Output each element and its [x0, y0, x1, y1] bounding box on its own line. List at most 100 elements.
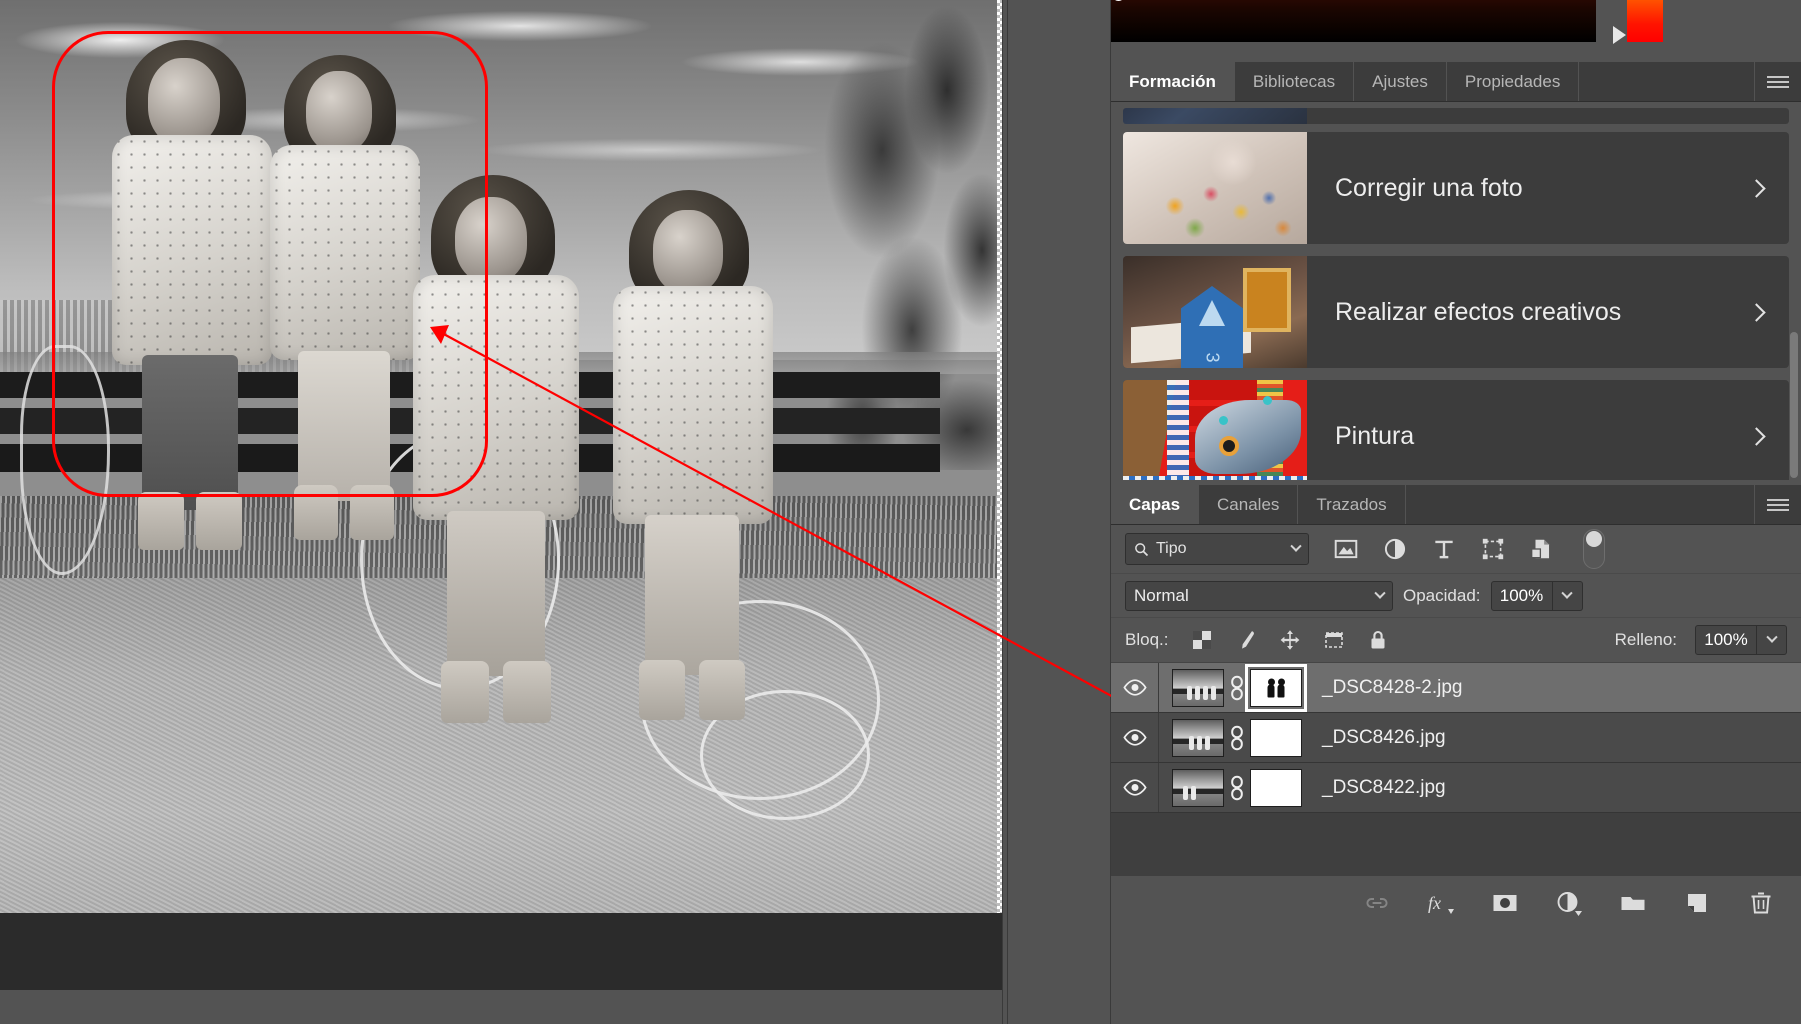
learning-card-label: Corregir una foto	[1335, 173, 1523, 202]
link-mask-icon[interactable]	[1224, 675, 1250, 701]
lock-position-icon[interactable]	[1278, 628, 1302, 652]
learning-card-label: Realizar efectos creativos	[1335, 297, 1622, 326]
new-adjustment-layer-icon[interactable]	[1555, 889, 1583, 917]
learning-panel-group: Formación Bibliotecas Ajustes Propiedade…	[1111, 62, 1801, 480]
shape-layer-icon[interactable]	[1480, 536, 1506, 562]
learning-card-label-row: Corregir una foto	[1307, 132, 1789, 244]
layer-thumbnail[interactable]	[1172, 768, 1224, 807]
child-figure-4	[595, 190, 785, 735]
canvas-region[interactable]	[0, 0, 1007, 1024]
tab-propiedades-label: Propiedades	[1464, 71, 1561, 91]
learning-card-pintura[interactable]: Pintura	[1123, 380, 1789, 480]
smart-object-icon[interactable]	[1529, 536, 1555, 562]
learning-card-label-row: Realizar efectos creativos	[1307, 256, 1789, 368]
tab-propiedades[interactable]: Propiedades	[1446, 62, 1580, 101]
type-layer-icon[interactable]	[1431, 536, 1457, 562]
color-panel[interactable]	[1111, 0, 1801, 62]
layers-blend-row: Normal Opacidad: 100%	[1111, 573, 1801, 617]
tab-ajustes[interactable]: Ajustes	[1354, 62, 1447, 101]
lock-all-icon[interactable]	[1366, 628, 1390, 652]
add-layer-mask-icon[interactable]	[1491, 889, 1519, 917]
layer-mask-thumbnail[interactable]	[1245, 663, 1307, 712]
filter-toggle-switch[interactable]	[1583, 529, 1605, 569]
lock-transparency-icon[interactable]	[1190, 628, 1214, 652]
blend-mode-select[interactable]: Normal	[1125, 580, 1393, 611]
layer-thumbnail[interactable]	[1172, 718, 1224, 757]
blue-pencil-illustration-icon	[1123, 256, 1307, 368]
opacity-label: Opacidad:	[1403, 585, 1481, 605]
right-panel-dock: Formación Bibliotecas Ajustes Propiedade…	[1111, 0, 1801, 1024]
lock-image-pixels-icon[interactable]	[1234, 628, 1258, 652]
hamburger-menu-icon	[1767, 496, 1789, 514]
learning-panel-menu-button[interactable]	[1755, 62, 1801, 101]
layer-list: _DSC8428-2.jpg _DSC8426.jpg _DSC8422.jpg	[1111, 663, 1801, 875]
fill-stepper[interactable]	[1757, 625, 1787, 655]
scrollbar-thumb[interactable]	[1790, 332, 1798, 478]
lock-icon-group	[1190, 628, 1390, 652]
tab-bibliotecas[interactable]: Bibliotecas	[1234, 62, 1355, 101]
blend-mode-value: Normal	[1134, 585, 1189, 605]
hue-slider[interactable]	[1627, 0, 1663, 42]
eye-icon	[1122, 729, 1147, 746]
link-layers-icon[interactable]	[1363, 889, 1391, 917]
new-layer-icon[interactable]	[1683, 889, 1711, 917]
learning-card-corregir-una-foto[interactable]: Corregir una foto	[1123, 132, 1789, 244]
tab-capas[interactable]: Capas	[1111, 485, 1200, 524]
layer-mask-thumbnail[interactable]	[1250, 718, 1302, 757]
learning-card-realizar-efectos-creativos[interactable]: Realizar efectos creativos	[1123, 256, 1789, 368]
opacity-control[interactable]: 100%	[1490, 580, 1583, 611]
color-field-picker[interactable]	[1111, 0, 1596, 42]
child-figure-3	[395, 175, 590, 735]
link-mask-icon[interactable]	[1224, 775, 1250, 801]
link-mask-icon[interactable]	[1224, 725, 1250, 751]
delete-layer-trash-icon[interactable]	[1747, 889, 1775, 917]
layers-filter-row: Tipo	[1111, 525, 1801, 573]
layer-filter-type-icons	[1333, 536, 1555, 562]
mask-silhouette	[1267, 678, 1285, 697]
chevron-down-icon	[1374, 587, 1386, 599]
adjustment-layer-icon[interactable]	[1382, 536, 1408, 562]
table-row[interactable]: _DSC8428-2.jpg	[1111, 663, 1801, 713]
layers-panel-menu-button[interactable]	[1755, 485, 1801, 524]
learning-card-label: Pintura	[1335, 421, 1415, 450]
tab-trazados-label: Trazados	[1316, 494, 1387, 514]
layers-lock-row: Bloq.: Relleno: 100%	[1111, 617, 1801, 663]
learning-panel-scrollbar[interactable]	[1789, 102, 1799, 480]
svg-text:fx: fx	[1428, 893, 1441, 913]
layer-name: _DSC8426.jpg	[1322, 726, 1446, 748]
tab-ajustes-label: Ajustes	[1372, 71, 1428, 91]
document-image[interactable]	[0, 0, 997, 913]
layer-filter-type-select[interactable]: Tipo	[1125, 533, 1309, 565]
new-group-folder-icon[interactable]	[1619, 889, 1647, 917]
tab-formacion[interactable]: Formación	[1111, 62, 1235, 101]
hue-slider-marker[interactable]	[1613, 26, 1626, 44]
table-row[interactable]: _DSC8422.jpg	[1111, 763, 1801, 813]
fill-control[interactable]: 100%	[1695, 625, 1787, 655]
search-icon	[1135, 542, 1149, 556]
opacity-value[interactable]: 100%	[1490, 580, 1553, 611]
learning-card-partial[interactable]	[1123, 108, 1789, 124]
lock-artboard-nesting-icon[interactable]	[1322, 628, 1346, 652]
layer-thumbnail[interactable]	[1172, 668, 1224, 707]
learning-card-partial-thumb	[1123, 108, 1307, 124]
pixel-layer-icon[interactable]	[1333, 536, 1359, 562]
layer-visibility-toggle[interactable]	[1111, 713, 1159, 762]
layer-visibility-toggle[interactable]	[1111, 663, 1159, 712]
tab-trazados[interactable]: Trazados	[1298, 485, 1406, 524]
layers-panel-group: Capas Canales Trazados Tipo Normal Opaci…	[1111, 485, 1801, 1024]
chevron-down-icon	[1290, 540, 1302, 552]
layer-effects-fx-icon[interactable]: fx	[1427, 889, 1455, 917]
table-row[interactable]: _DSC8426.jpg	[1111, 713, 1801, 763]
color-field-cursor[interactable]	[1112, 0, 1125, 1]
tab-formacion-label: Formación	[1129, 71, 1216, 91]
layer-filter-value: Tipo	[1156, 540, 1187, 557]
tab-canales-label: Canales	[1217, 494, 1280, 514]
opacity-stepper[interactable]	[1552, 580, 1583, 611]
tab-bibliotecas-label: Bibliotecas	[1252, 71, 1336, 91]
tab-canales[interactable]: Canales	[1199, 485, 1299, 524]
layer-mask-thumbnail[interactable]	[1250, 768, 1302, 807]
fill-value[interactable]: 100%	[1695, 625, 1757, 655]
layer-list-empty-area[interactable]	[1111, 813, 1801, 875]
learning-card-partial-bar	[1307, 108, 1789, 124]
layer-visibility-toggle[interactable]	[1111, 763, 1159, 812]
